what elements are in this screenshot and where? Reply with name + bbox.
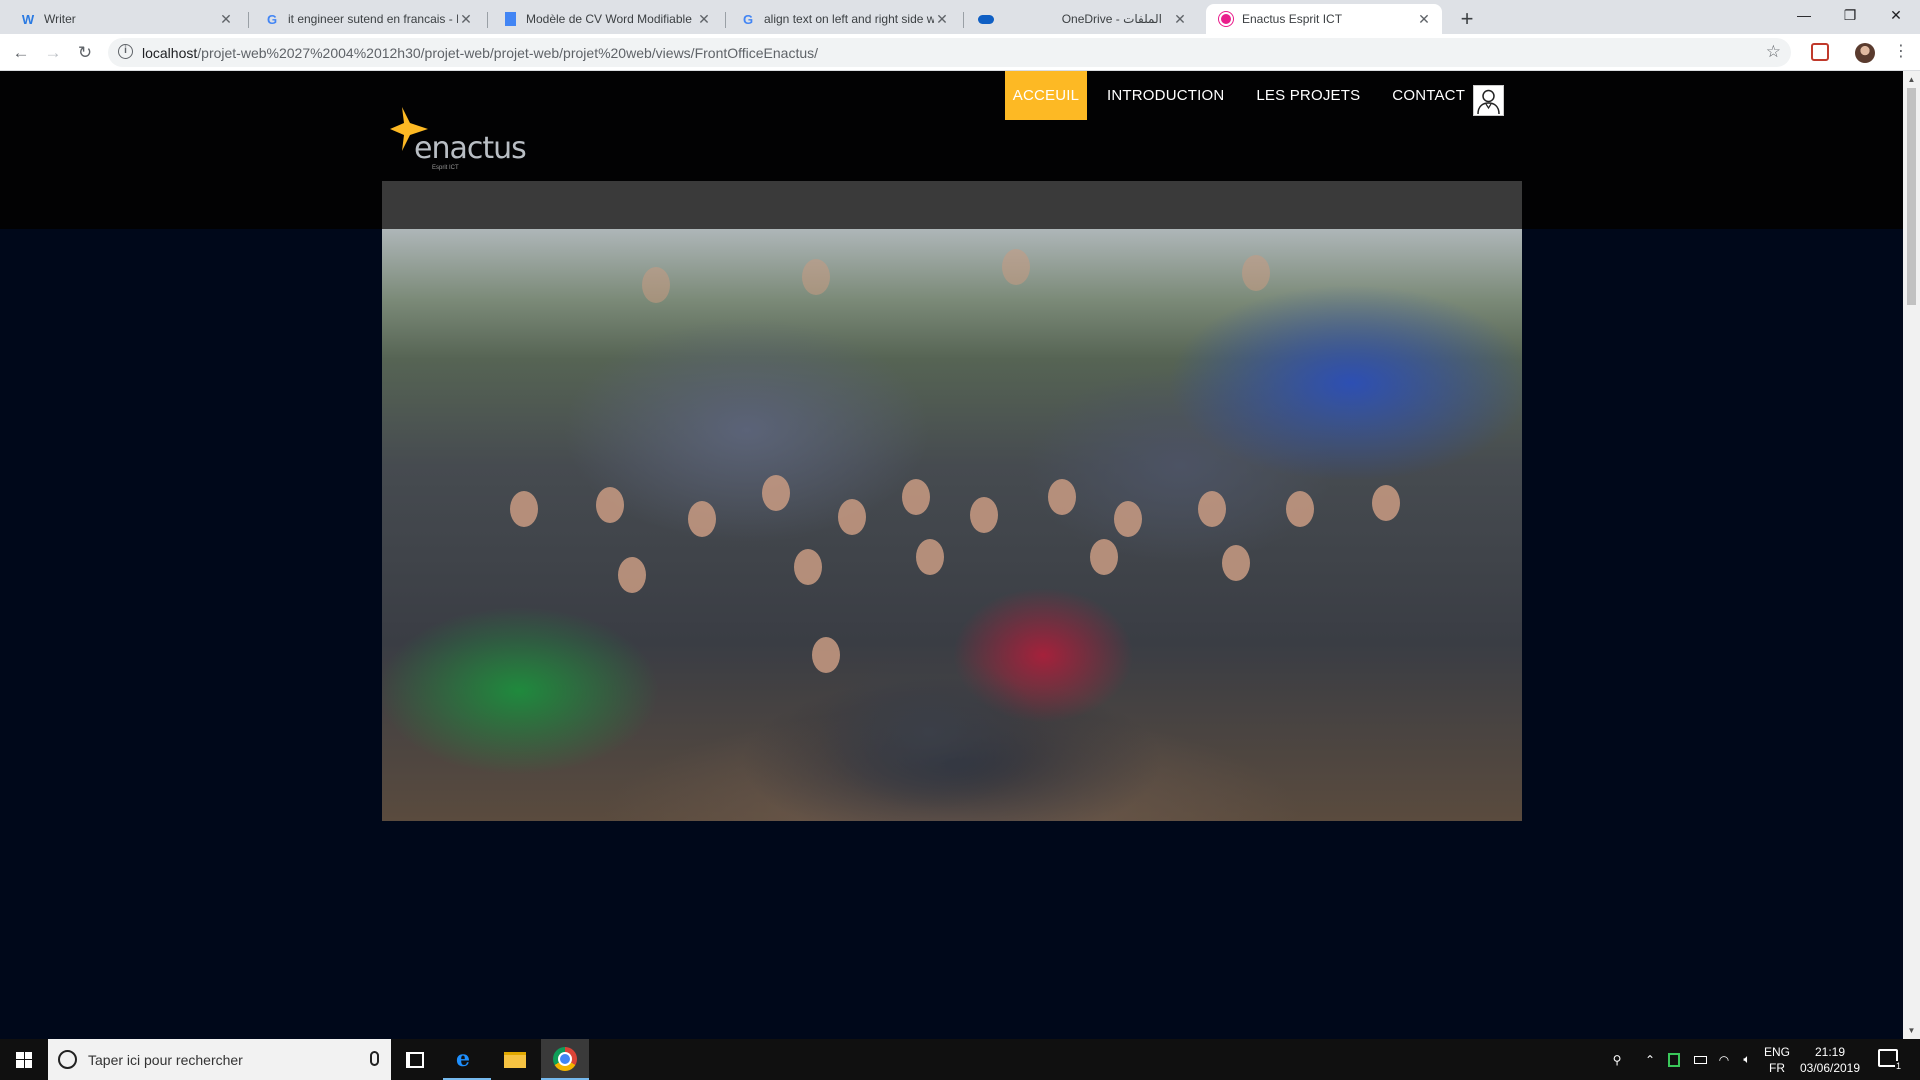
people-icon[interactable]: ⚲ (1605, 1039, 1629, 1080)
tab-cv-docs[interactable]: Modèle de CV Word Modifiable ( ✕ (490, 4, 722, 34)
nav-introduction[interactable]: INTRODUCTION (1094, 71, 1237, 120)
page-viewport: enactus Esprit ICT ACCEUIL INTRODUCTION … (0, 71, 1920, 1039)
restore-button[interactable]: ❐ (1827, 0, 1873, 30)
file-explorer-taskbar-button[interactable] (491, 1039, 539, 1080)
browser-tab-strip: W Writer ✕ G it engineer sutend en franc… (0, 0, 1920, 34)
profile-avatar[interactable] (1855, 43, 1875, 63)
bookmark-star-icon[interactable]: ☆ (1766, 42, 1781, 62)
hero-top-strip (382, 181, 1522, 229)
keyboard-layout: FR (1769, 1061, 1785, 1075)
tab-writer[interactable]: W Writer ✕ (8, 4, 244, 34)
nav-acceuil[interactable]: ACCEUIL (1005, 71, 1087, 120)
close-icon[interactable]: ✕ (218, 11, 234, 27)
close-window-button[interactable]: ✕ (1873, 0, 1919, 30)
wifi-icon[interactable]: ◠ (1714, 1039, 1734, 1080)
tab-title: OneDrive - الملفات (1061, 12, 1162, 26)
user-account-icon[interactable] (1473, 85, 1504, 116)
scrollbar-thumb[interactable] (1907, 88, 1916, 305)
main-nav: ACCEUIL INTRODUCTION LES PROJETS CONTACT (1005, 71, 1478, 120)
edge-icon: e (456, 1045, 470, 1072)
tab-separator (487, 12, 488, 28)
address-bar[interactable]: i localhost/projet-web%2027%2004%2012h30… (108, 38, 1791, 67)
scroll-up-arrow-icon[interactable]: ▲ (1903, 71, 1920, 88)
close-icon[interactable]: ✕ (934, 11, 950, 27)
info-icon[interactable]: i (118, 44, 133, 59)
url-path: /projet-web%2027%2004%2012h30/projet-web… (197, 45, 819, 61)
back-button[interactable]: ← (7, 39, 35, 67)
windows-taskbar: Taper ici pour rechercher e ⚲ ⌃ ◠ 🔈︎ ENG… (0, 1039, 1920, 1080)
reload-button[interactable]: ↻ (71, 39, 99, 67)
forward-button[interactable]: → (39, 39, 67, 67)
chrome-icon (553, 1046, 577, 1071)
tab-title: it engineer sutend en francais - R (288, 12, 458, 26)
logo-subtitle: Esprit ICT (432, 165, 459, 171)
tab-enactus[interactable]: Enactus Esprit ICT ✕ (1206, 4, 1442, 34)
kebab-menu-icon[interactable]: ⋮ (1893, 43, 1909, 61)
tab-title: Enactus Esprit ICT (1242, 12, 1343, 26)
close-icon[interactable]: ✕ (696, 11, 712, 27)
language-indicator[interactable]: ENG FR (1762, 1044, 1792, 1076)
chevron-up-icon[interactable]: ⌃ (1640, 1039, 1660, 1080)
taskbar-search-box[interactable]: Taper ici pour rechercher (48, 1039, 391, 1080)
volume-icon[interactable]: 🔈︎ (1737, 1039, 1757, 1080)
taskbar-clock[interactable]: 21:19 03/06/2019 (1795, 1044, 1865, 1076)
close-icon[interactable]: ✕ (458, 11, 474, 27)
microphone-icon[interactable] (370, 1051, 379, 1066)
pocket-extension-icon[interactable] (1811, 43, 1829, 61)
cortana-icon (58, 1050, 77, 1069)
tab-title: Modèle de CV Word Modifiable ( (526, 12, 696, 26)
windows-logo-icon (16, 1051, 32, 1068)
start-button[interactable] (0, 1039, 48, 1080)
edge-taskbar-button[interactable]: e (443, 1039, 491, 1080)
onedrive-icon (978, 11, 994, 27)
tab-title: align text on left and right side w (764, 12, 934, 26)
task-view-button[interactable] (391, 1039, 439, 1080)
clock-time: 21:19 (1814, 1045, 1846, 1059)
tab-google-search-1[interactable]: G it engineer sutend en francais - R ✕ (252, 4, 484, 34)
task-view-icon (406, 1051, 424, 1068)
tab-title: Writer (44, 12, 76, 26)
close-icon[interactable]: ✕ (1172, 11, 1188, 27)
writer-icon: W (21, 11, 35, 27)
google-icon: G (742, 11, 754, 27)
enactus-logo[interactable]: enactus Esprit ICT (388, 105, 528, 175)
tab-separator (963, 12, 964, 28)
hero-group-photo (382, 229, 1522, 821)
enactus-icon (1218, 11, 1234, 27)
nav-contact[interactable]: CONTACT (1379, 71, 1478, 120)
search-placeholder: Taper ici pour rechercher (88, 1052, 243, 1068)
notification-count: 1 (1894, 1061, 1902, 1071)
new-tab-button[interactable]: + (1453, 5, 1481, 33)
nav-les-projets[interactable]: LES PROJETS (1243, 71, 1373, 120)
app-tray-icon[interactable] (1664, 1039, 1684, 1080)
close-icon[interactable]: ✕ (1416, 11, 1432, 27)
docs-icon (502, 11, 518, 27)
url-text[interactable]: localhost/projet-web%2027%2004%2012h30/p… (142, 45, 818, 61)
google-icon: G (266, 11, 278, 27)
tab-google-search-2[interactable]: G align text on left and right side w ✕ (728, 4, 960, 34)
notification-center-icon[interactable]: 1 (1878, 1049, 1902, 1071)
tab-separator (725, 12, 726, 28)
clock-date: 03/06/2019 (1799, 1061, 1861, 1075)
tab-onedrive[interactable]: OneDrive - الملفات ✕ (966, 4, 1198, 34)
scroll-down-arrow-icon[interactable]: ▼ (1903, 1022, 1920, 1039)
folder-icon (504, 1051, 526, 1068)
page-scrollbar[interactable]: ▲ ▼ (1903, 71, 1920, 1039)
logo-wordmark: enactus (414, 131, 527, 166)
minimize-button[interactable]: — (1781, 0, 1827, 30)
tab-separator (248, 12, 249, 28)
language-code: ENG (1763, 1045, 1790, 1059)
browser-toolbar: ← → ↻ i localhost/projet-web%2027%2004%2… (0, 34, 1920, 71)
chrome-taskbar-button[interactable] (541, 1039, 589, 1080)
url-host: localhost (142, 45, 198, 61)
battery-icon[interactable] (1690, 1039, 1710, 1080)
